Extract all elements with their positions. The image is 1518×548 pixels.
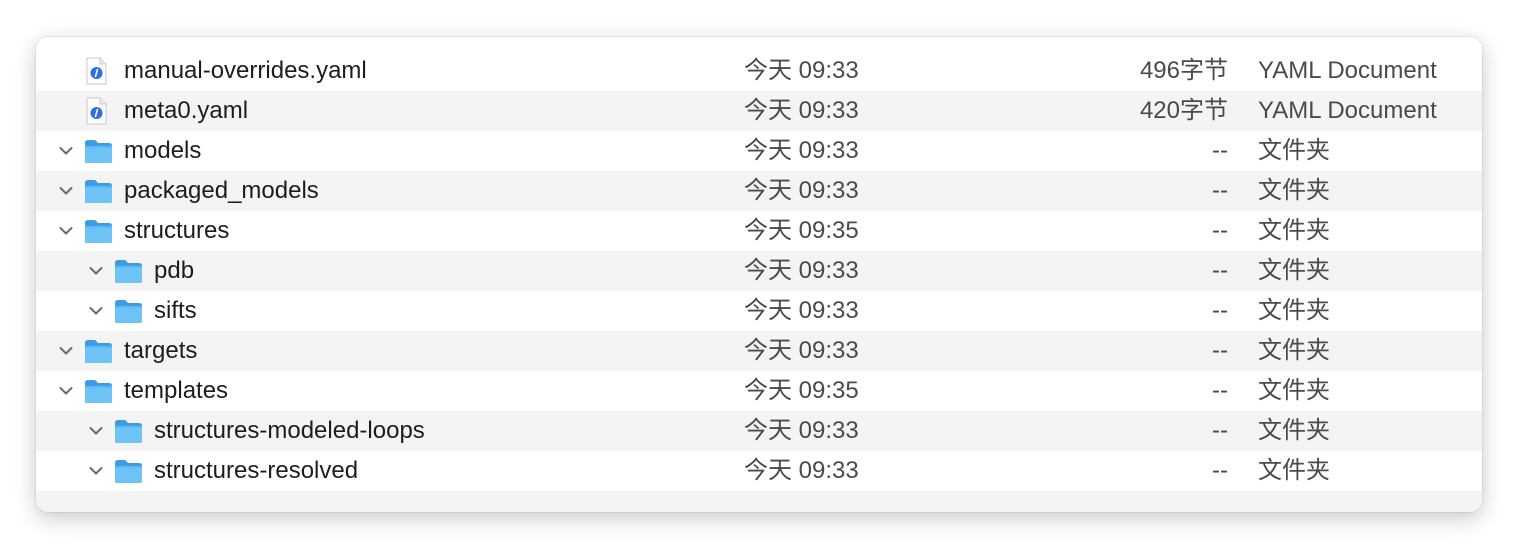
date-modified: 今天 09:33	[744, 177, 859, 204]
date-modified: 今天 09:35	[744, 217, 859, 244]
file-name: structures-modeled-loops	[154, 417, 425, 444]
file-row-templates[interactable]: templates 今天 09:35 -- 文件夹	[36, 371, 1482, 411]
file-kind: 文件夹	[1258, 217, 1330, 244]
date-modified: 今天 09:33	[744, 257, 859, 284]
file-name: packaged_models	[124, 177, 319, 204]
empty-row	[36, 491, 1482, 512]
date-modified: 今天 09:33	[744, 417, 859, 444]
chevron-down-icon[interactable]	[88, 423, 104, 439]
file-size: --	[1212, 217, 1228, 244]
yaml-document-icon	[81, 56, 111, 86]
date-modified: 今天 09:33	[744, 337, 859, 364]
file-size: 420字节	[1139, 97, 1228, 124]
finder-list-window: manual-overrides.yaml 今天 09:33 496字节 YAML D…	[36, 37, 1482, 512]
chevron-down-icon[interactable]	[58, 343, 74, 359]
file-row-pdb[interactable]: pdb 今天 09:33 -- 文件夹	[36, 251, 1482, 291]
file-size: 496字节	[1139, 57, 1228, 84]
file-kind: 文件夹	[1258, 137, 1330, 164]
file-size: --	[1212, 137, 1228, 164]
file-kind: 文件夹	[1258, 377, 1330, 404]
file-kind: 文件夹	[1258, 337, 1330, 364]
folder-icon	[83, 217, 113, 245]
file-kind: 文件夹	[1258, 457, 1330, 484]
file-row-manual-overrides-yaml[interactable]: manual-overrides.yaml 今天 09:33 496字节 YAML D…	[36, 51, 1482, 91]
file-size: --	[1212, 417, 1228, 444]
file-size: --	[1212, 297, 1228, 324]
folder-icon	[113, 457, 143, 485]
file-size: --	[1212, 377, 1228, 404]
folder-icon	[83, 137, 113, 165]
file-row-models[interactable]: models 今天 09:33 -- 文件夹	[36, 131, 1482, 171]
date-modified: 今天 09:33	[744, 137, 859, 164]
file-row-structures-modeled-loops[interactable]: structures-modeled-loops 今天 09:33 -- 文件夹	[36, 411, 1482, 451]
file-kind: 文件夹	[1258, 417, 1330, 444]
chevron-down-icon[interactable]	[58, 183, 74, 199]
file-kind: 文件夹	[1258, 177, 1330, 204]
file-name: models	[124, 137, 202, 164]
file-kind: YAML Document	[1258, 97, 1437, 124]
file-list: manual-overrides.yaml 今天 09:33 496字节 YAML D…	[36, 51, 1482, 512]
date-modified: 今天 09:33	[744, 97, 859, 124]
folder-icon	[113, 417, 143, 445]
chevron-down-icon[interactable]	[88, 303, 104, 319]
file-size: --	[1212, 257, 1228, 284]
date-modified: 今天 09:35	[744, 377, 859, 404]
date-modified: 今天 09:33	[744, 57, 859, 84]
chevron-down-icon[interactable]	[88, 263, 104, 279]
file-size: --	[1212, 457, 1228, 484]
file-size: --	[1212, 177, 1228, 204]
file-name: pdb	[154, 257, 195, 284]
chevron-down-icon[interactable]	[58, 383, 74, 399]
date-modified: 今天 09:33	[744, 457, 859, 484]
folder-icon	[83, 377, 113, 405]
file-row-meta0-yaml[interactable]: meta0.yaml 今天 09:33 420字节 YAML Document	[36, 91, 1482, 131]
file-row-packaged-models[interactable]: packaged_models 今天 09:33 -- 文件夹	[36, 171, 1482, 211]
file-name: manual-overrides.yaml	[124, 57, 367, 84]
file-row-targets[interactable]: targets 今天 09:33 -- 文件夹	[36, 331, 1482, 371]
file-size: --	[1212, 337, 1228, 364]
file-name: targets	[124, 337, 198, 364]
chevron-down-icon[interactable]	[58, 223, 74, 239]
file-row-structures-resolved[interactable]: structures-resolved 今天 09:33 -- 文件夹	[36, 451, 1482, 491]
file-name: templates	[124, 377, 229, 404]
file-row-sifts[interactable]: sifts 今天 09:33 -- 文件夹	[36, 291, 1482, 331]
file-name: structures-resolved	[154, 457, 359, 484]
file-name: sifts	[154, 297, 197, 324]
folder-icon	[113, 297, 143, 325]
date-modified: 今天 09:33	[744, 297, 859, 324]
folder-icon	[113, 257, 143, 285]
file-name: structures	[124, 217, 230, 244]
chevron-down-icon[interactable]	[58, 143, 74, 159]
chevron-down-icon[interactable]	[88, 463, 104, 479]
file-kind: 文件夹	[1258, 297, 1330, 324]
file-name: meta0.yaml	[124, 97, 249, 124]
folder-icon	[83, 177, 113, 205]
file-kind: YAML Document	[1258, 57, 1437, 84]
folder-icon	[83, 337, 113, 365]
file-row-structures[interactable]: structures 今天 09:35 -- 文件夹	[36, 211, 1482, 251]
yaml-document-icon	[81, 96, 111, 126]
file-kind: 文件夹	[1258, 257, 1330, 284]
